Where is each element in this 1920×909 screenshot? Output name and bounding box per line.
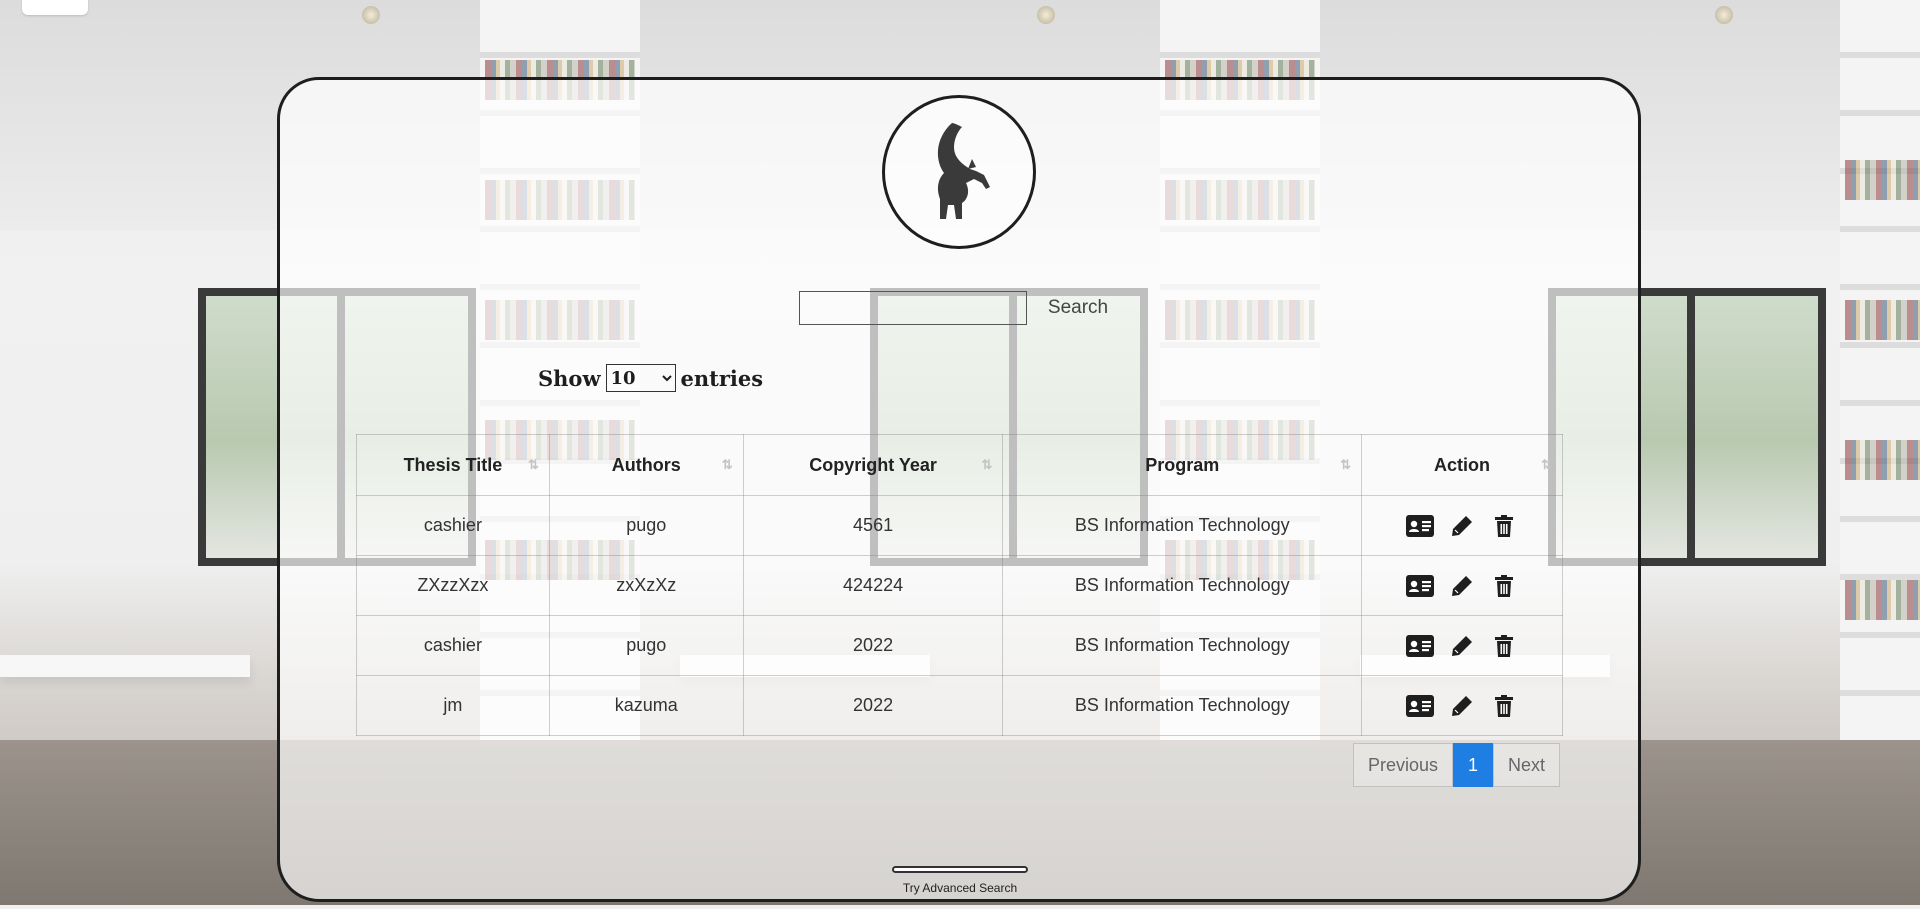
cell-title: jm xyxy=(356,675,550,736)
cell-program: BS Information Technology xyxy=(1002,615,1363,676)
cell-year: 2022 xyxy=(742,675,1004,736)
next-page-button[interactable]: Next xyxy=(1493,743,1561,787)
sort-icon: ⇅ xyxy=(1541,457,1552,472)
sort-icon: ⇅ xyxy=(1340,457,1351,472)
cell-program: BS Information Technology xyxy=(1002,555,1363,616)
cell-title: cashier xyxy=(356,615,550,676)
entries-label: entries xyxy=(680,365,764,391)
table-row: jm kazuma 2022 BS Information Technology xyxy=(356,675,1563,736)
top-tab[interactable] xyxy=(22,0,88,15)
id-card-icon xyxy=(1406,694,1435,717)
column-header-copyright-year[interactable]: Copyright Year ⇅ xyxy=(742,434,1004,496)
column-label: Program xyxy=(1145,454,1220,475)
cell-program: BS Information Technology xyxy=(1002,495,1363,556)
column-label: Thesis Title xyxy=(403,454,503,475)
cell-actions xyxy=(1361,615,1563,676)
edit-button[interactable] xyxy=(1448,514,1476,538)
cell-year: 2022 xyxy=(742,615,1004,676)
sort-icon: ⇅ xyxy=(981,457,993,472)
cell-authors: pugo xyxy=(548,615,744,676)
thesis-table: Thesis Title ⇅ Authors ⇅ Copyright Year ⇅ P… xyxy=(356,434,1563,736)
cell-year: 4561 xyxy=(742,495,1004,556)
cell-authors: zxXzXz xyxy=(548,555,744,616)
column-header-authors[interactable]: Authors ⇅ xyxy=(548,434,744,496)
edit-button[interactable] xyxy=(1448,574,1476,598)
cell-authors: kazuma xyxy=(548,675,744,736)
column-header-program[interactable]: Program ⇅ xyxy=(1002,434,1363,496)
cell-actions xyxy=(1361,675,1563,736)
entries-select[interactable]: 10 25 50 100 xyxy=(605,364,676,392)
show-label: Show xyxy=(538,365,601,391)
bottom-strip xyxy=(0,905,1920,909)
cell-year: 424224 xyxy=(742,555,1004,616)
view-button[interactable] xyxy=(1406,694,1435,718)
pencil-icon xyxy=(1452,515,1473,536)
view-button[interactable] xyxy=(1406,634,1435,658)
trash-icon xyxy=(1495,634,1514,657)
pencil-icon xyxy=(1452,575,1473,596)
view-button[interactable] xyxy=(1406,514,1435,538)
edit-button[interactable] xyxy=(1448,694,1476,718)
previous-page-button[interactable]: Previous xyxy=(1353,743,1454,787)
table-header-row: Thesis Title ⇅ Authors ⇅ Copyright Year ⇅ P… xyxy=(356,434,1563,496)
trash-icon xyxy=(1495,574,1514,597)
sort-icon: ⇅ xyxy=(721,457,733,472)
cell-authors: pugo xyxy=(548,495,744,556)
advanced-search-link[interactable]: Try Advanced Search xyxy=(860,881,1060,895)
pagination: Previous 1 Next xyxy=(1353,743,1561,787)
column-label: Action xyxy=(1434,454,1491,475)
search-button[interactable]: Search xyxy=(1040,291,1116,325)
delete-button[interactable] xyxy=(1490,514,1518,538)
delete-button[interactable] xyxy=(1490,574,1518,598)
search-input[interactable] xyxy=(799,291,1027,325)
advanced-search-bar[interactable] xyxy=(892,866,1028,873)
trash-icon xyxy=(1495,694,1514,717)
table-row: cashier pugo 2022 BS Information Technol… xyxy=(356,615,1563,676)
pencil-icon xyxy=(1452,635,1473,656)
cell-title: cashier xyxy=(356,495,550,556)
id-card-icon xyxy=(1406,574,1435,597)
delete-button[interactable] xyxy=(1490,634,1518,658)
column-header-thesis-title[interactable]: Thesis Title ⇅ xyxy=(356,434,550,496)
column-label: Copyright Year xyxy=(809,454,937,475)
cell-actions xyxy=(1361,555,1563,616)
column-label: Authors xyxy=(611,454,681,475)
pencil-icon xyxy=(1452,695,1473,716)
view-button[interactable] xyxy=(1406,574,1435,598)
edit-button[interactable] xyxy=(1448,634,1476,658)
entries-length-control: Show 10 25 50 100 entries xyxy=(538,362,763,394)
id-card-icon xyxy=(1406,634,1435,657)
logo xyxy=(882,95,1036,249)
trash-icon xyxy=(1495,514,1514,537)
delete-button[interactable] xyxy=(1490,694,1518,718)
cell-program: BS Information Technology xyxy=(1002,675,1363,736)
sort-icon: ⇅ xyxy=(527,457,539,472)
id-card-icon xyxy=(1406,514,1435,537)
cell-actions xyxy=(1361,495,1563,556)
column-header-action[interactable]: Action ⇅ xyxy=(1361,434,1563,496)
fox-logo-icon xyxy=(937,123,990,219)
cell-title: ZXzzXzx xyxy=(356,555,550,616)
table-row: cashier pugo 4561 BS Information Technol… xyxy=(356,495,1563,556)
table-row: ZXzzXzx zxXzXz 424224 BS Information Tec… xyxy=(356,555,1563,616)
page-1-button[interactable]: 1 xyxy=(1453,743,1494,787)
